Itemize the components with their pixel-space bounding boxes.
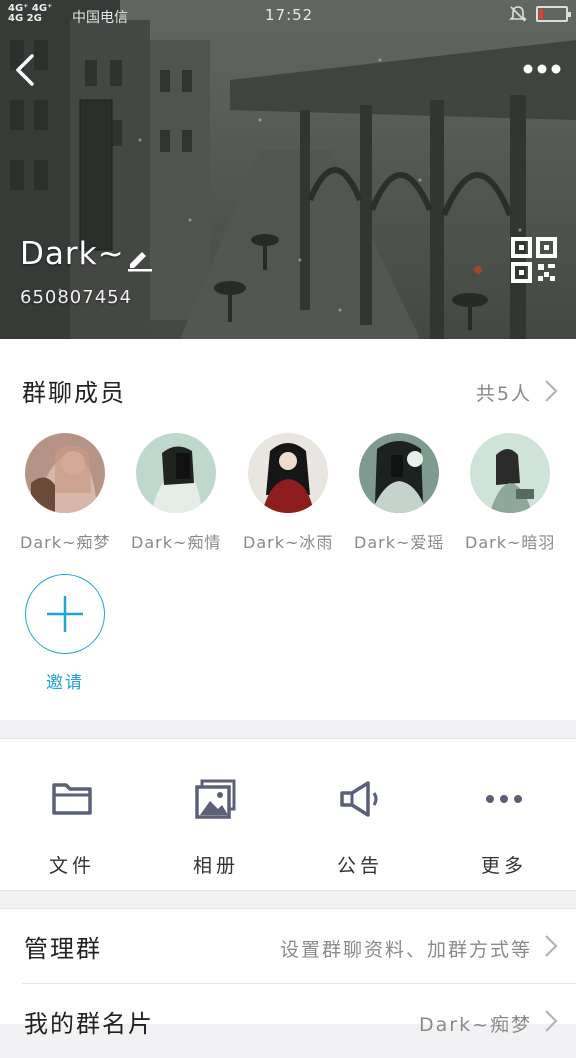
plus-icon [46, 595, 83, 632]
action-label: 公告 [336, 855, 383, 877]
row-value: 设置群聊资料、加群方式等 [279, 939, 532, 961]
members-section: 群聊成员 共5人 Dark~痴梦 Dark~痴情 Dark~冰雨 Dark~爱瑶… [0, 339, 576, 720]
member-item[interactable]: Dark~痴梦 [20, 433, 110, 553]
member-name: Dark~暗羽 [465, 533, 556, 552]
action-label: 文件 [48, 855, 95, 877]
member-item[interactable]: Dark~暗羽 [465, 433, 555, 553]
member-item[interactable]: Dark~痴情 [131, 433, 221, 553]
member-item[interactable]: Dark~冰雨 [243, 433, 333, 553]
settings-list: 管理群 设置群聊资料、加群方式等 我的群名片 Dark~痴梦 [0, 908, 576, 1038]
avatar [248, 433, 328, 513]
battery-level [539, 9, 543, 19]
member-name: Dark~冰雨 [243, 533, 334, 552]
battery-icon [536, 6, 571, 22]
more-options-icon[interactable] [522, 60, 562, 78]
group-name: Dark~ [20, 236, 125, 272]
carrier-name: 中国电信 [72, 10, 128, 26]
more-dots-icon [486, 795, 522, 803]
group-header: 4G⁺ 4G⁺ 4G 2G 中国电信 17:52 Dark~ 650807454 [0, 0, 576, 339]
invite-circle [25, 574, 105, 654]
my-group-card-row[interactable]: 我的群名片 Dark~痴梦 [0, 984, 576, 1058]
more-button[interactable]: 更多 [454, 775, 554, 878]
member-item[interactable]: Dark~爱瑶 [354, 433, 444, 553]
megaphone-icon [340, 781, 378, 817]
folder-icon [52, 783, 92, 815]
avatar [470, 433, 550, 513]
row-title: 我的群名片 [24, 1010, 154, 1038]
avatar [359, 433, 439, 513]
status-bar: 4G⁺ 4G⁺ 4G 2G 中国电信 17:52 [0, 0, 576, 30]
avatar [25, 433, 105, 513]
action-label: 相册 [192, 855, 239, 877]
announcement-button[interactable]: 公告 [310, 775, 410, 878]
manage-group-row[interactable]: 管理群 设置群聊资料、加群方式等 [0, 909, 576, 984]
back-arrow-icon[interactable] [12, 50, 40, 90]
edit-pencil-icon[interactable] [126, 246, 154, 272]
album-icon [195, 779, 236, 819]
files-button[interactable]: 文件 [22, 775, 122, 878]
members-count[interactable]: 共5人 [476, 379, 532, 406]
invite-button[interactable]: 邀请 [20, 574, 110, 693]
qr-code-icon[interactable] [510, 236, 558, 284]
clock: 17:52 [265, 6, 314, 24]
invite-label: 邀请 [46, 673, 84, 693]
album-button[interactable]: 相册 [166, 775, 266, 878]
member-name: Dark~痴梦 [20, 533, 111, 552]
chevron-right-icon [545, 935, 558, 957]
action-label: 更多 [480, 855, 527, 877]
silent-bell-icon [509, 6, 527, 22]
chevron-right-icon [545, 1010, 558, 1032]
chevron-right-icon[interactable] [544, 379, 558, 403]
member-name: Dark~痴情 [131, 533, 222, 552]
row-title: 管理群 [24, 935, 102, 963]
quick-actions: 文件 相册 公告 更多 [0, 738, 576, 891]
members-title: 群聊成员 [22, 379, 126, 407]
signal-indicator: 4G⁺ 4G⁺ 4G 2G [8, 3, 53, 24]
group-id: 650807454 [20, 287, 133, 308]
avatar [136, 433, 216, 513]
member-name: Dark~爱瑶 [354, 533, 445, 552]
